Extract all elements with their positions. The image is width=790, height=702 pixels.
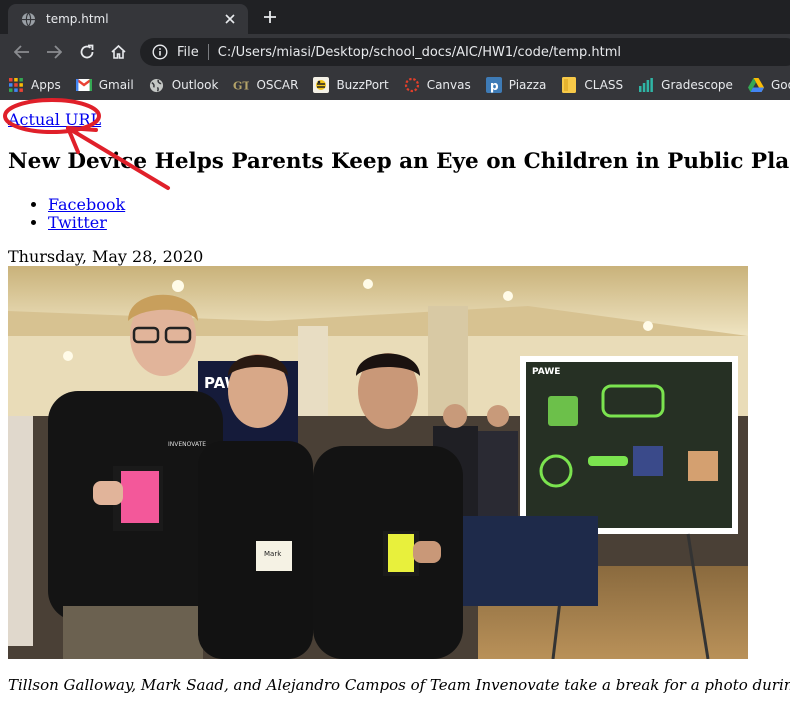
bookmark-piazza[interactable]: p Piazza bbox=[478, 72, 554, 98]
facebook-link[interactable]: Facebook bbox=[48, 195, 125, 214]
close-tab-icon[interactable] bbox=[222, 11, 238, 27]
piazza-icon: p bbox=[485, 77, 502, 93]
bookmark-label: Apps bbox=[31, 78, 61, 92]
back-arrow-icon[interactable] bbox=[12, 43, 32, 61]
photo-caption: Tillson Galloway, Mark Saad, and Alejand… bbox=[8, 676, 790, 694]
tab-temp-html[interactable]: temp.html bbox=[8, 4, 248, 34]
reload-icon[interactable] bbox=[77, 43, 97, 61]
browser-toolbar: File C:/Users/miasi/Desktop/school_docs/… bbox=[0, 34, 790, 70]
apps-grid-icon bbox=[8, 77, 24, 93]
bookmarks-bar: Apps Gmail Outlook GT OSCAR BuzzPort Can… bbox=[0, 70, 790, 100]
new-tab-plus-icon[interactable] bbox=[262, 9, 278, 25]
globe-icon bbox=[21, 12, 36, 27]
bookmark-label: Outlook bbox=[171, 78, 219, 92]
article-headline: New Device Helps Parents Keep an Eye on … bbox=[8, 149, 790, 174]
canvas-icon bbox=[404, 77, 420, 93]
buzz-icon bbox=[313, 77, 330, 93]
gmail-icon bbox=[75, 77, 92, 93]
home-icon[interactable] bbox=[108, 43, 128, 61]
globe-icon bbox=[149, 77, 165, 93]
bookmark-label: BuzzPort bbox=[336, 78, 389, 92]
bars-icon bbox=[638, 77, 654, 93]
tab-title: temp.html bbox=[46, 12, 109, 26]
bookmark-outlook[interactable]: Outlook bbox=[141, 72, 226, 98]
url-text[interactable]: C:/Users/miasi/Desktop/school_docs/AIC/H… bbox=[218, 45, 621, 60]
bookmark-class[interactable]: CLASS bbox=[553, 72, 630, 98]
svg-text:p: p bbox=[490, 79, 499, 93]
shirt-text: INVENOVATE bbox=[168, 441, 206, 448]
forward-arrow-icon[interactable] bbox=[44, 43, 64, 61]
list-item: Twitter bbox=[48, 214, 125, 232]
bookmark-label: Google bbox=[770, 78, 790, 92]
bookmark-label: Canvas bbox=[426, 78, 471, 92]
bookmark-label: OSCAR bbox=[256, 78, 299, 92]
article-date: Thursday, May 28, 2020 bbox=[8, 247, 204, 266]
bookmark-label: Piazza bbox=[508, 78, 547, 92]
bookmark-google[interactable]: Google bbox=[740, 72, 790, 98]
twitter-link[interactable]: Twitter bbox=[48, 213, 107, 232]
list-item: Facebook bbox=[48, 196, 125, 214]
folder-icon bbox=[561, 77, 577, 93]
actual-url-link[interactable]: Actual URL bbox=[8, 110, 101, 129]
tab-strip: temp.html bbox=[0, 0, 790, 34]
bookmark-gradescope[interactable]: Gradescope bbox=[630, 72, 740, 98]
bookmark-gmail[interactable]: Gmail bbox=[68, 72, 141, 98]
address-bar[interactable]: File C:/Users/miasi/Desktop/school_docs/… bbox=[140, 38, 790, 66]
bookmark-label: Gmail bbox=[98, 78, 134, 92]
bookmark-buzzport[interactable]: BuzzPort bbox=[305, 72, 395, 98]
bookmark-oscar[interactable]: GT OSCAR bbox=[225, 72, 305, 98]
svg-text:GT: GT bbox=[233, 80, 249, 92]
share-links-list: Facebook Twitter bbox=[8, 196, 125, 232]
bookmark-label: CLASS bbox=[584, 78, 624, 92]
drive-icon bbox=[747, 77, 764, 93]
address-divider bbox=[207, 44, 209, 60]
gt-icon: GT bbox=[233, 77, 249, 93]
bookmark-canvas[interactable]: Canvas bbox=[396, 72, 478, 98]
poster-title: PAWE bbox=[532, 367, 560, 377]
site-info-icon[interactable] bbox=[152, 44, 168, 60]
bookmark-apps[interactable]: Apps bbox=[0, 72, 68, 98]
name-badge: Mark bbox=[264, 550, 282, 558]
scheme-label: File bbox=[177, 44, 199, 60]
bookmark-label: Gradescope bbox=[661, 78, 733, 92]
article-photo: PAWE PAWE INVENOVATE Mark bbox=[8, 266, 748, 659]
